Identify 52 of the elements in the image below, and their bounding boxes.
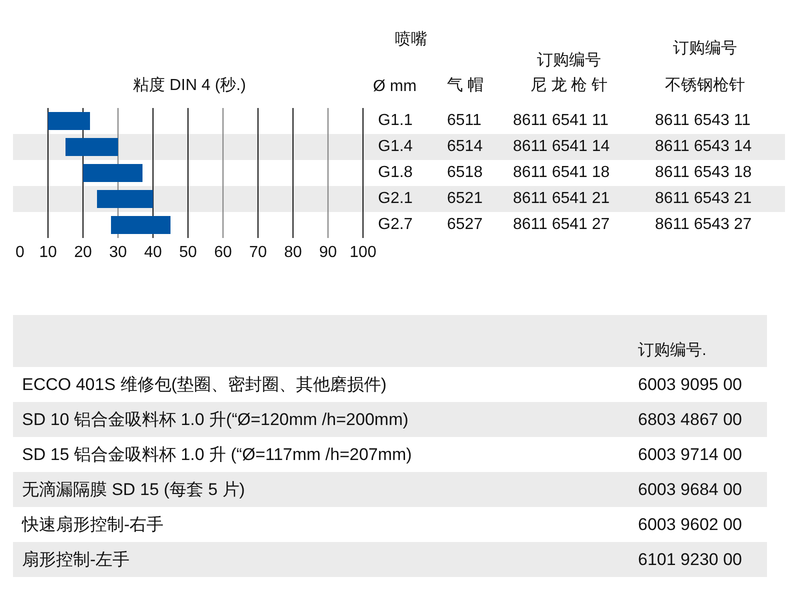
table-cell-text: 6803 4867 00: [638, 410, 743, 430]
table-cell-text: SD 15 铝合金吸料杯 1.0 升 (“Ø=117mm /h=207mm): [22, 444, 413, 466]
table-cell-text: 8611 6543 18: [655, 164, 753, 182]
table-cell-text: G1.1: [377, 112, 414, 130]
table-cell-text: G1.4: [377, 138, 414, 156]
table-cell-text: 8611 6541 18: [513, 164, 611, 182]
table-cell-text: 6003 9095 00: [638, 374, 743, 394]
tick-label: 100: [350, 244, 376, 261]
table-cell-text: 8611 6541 11: [513, 112, 610, 130]
table-cell-text: 6003 9714 00: [638, 444, 743, 464]
group-heading: 喷嘴: [394, 30, 427, 50]
column-header: 订购编号: [537, 50, 601, 71]
column-header: 订购编号: [673, 38, 737, 59]
tick-label: 40: [144, 244, 162, 261]
column-header: Ø mm: [373, 78, 417, 96]
table-cell-text: 8611 6541 14: [513, 138, 611, 156]
tick-label: 60: [214, 244, 232, 261]
table-cell-text: 6101 9230 00: [638, 550, 743, 570]
table-cell-text: 8611 6543 21: [655, 190, 753, 208]
table-cell-text: 6518: [447, 164, 484, 182]
table-cell-text: SD 10 铝合金吸料杯 1.0 升(“Ø=120mm /h=200mm): [22, 409, 410, 431]
table-cell-text: 快速扇形控制-右手: [22, 514, 165, 536]
table-cell-text: 6003 9684 00: [638, 480, 743, 500]
tick-label: 70: [249, 244, 267, 261]
table-cell-text: 6511: [447, 112, 482, 130]
tick-label: 30: [109, 244, 127, 261]
table-cell-text: 6527: [447, 216, 484, 234]
table-cell-text: G2.7: [377, 216, 414, 234]
table-cell-text: 8611 6541 21: [513, 190, 611, 208]
tick-label: 50: [179, 244, 197, 261]
column-header: 订购编号.: [638, 340, 708, 361]
column-header: 不锈钢枪针: [665, 76, 745, 96]
tick-label: 20: [74, 244, 92, 261]
table-cell-text: 扇形控制-左手: [22, 549, 131, 571]
table-cell-text: 8611 6543 14: [655, 138, 753, 156]
tick-label: 10: [39, 244, 57, 261]
table-cell-text: 8611 6543 27: [655, 216, 753, 234]
table-cell-text: G2.1: [377, 190, 414, 208]
table-cell-text: 8611 6543 11: [655, 112, 752, 130]
table-cell-text: 6514: [447, 138, 484, 156]
column-header: 尼 龙 枪 针: [530, 76, 608, 96]
tick-label: 90: [319, 244, 337, 261]
axis-title: 粘度 DIN 4 (秒.): [133, 76, 246, 96]
table-cell-text: G1.8: [377, 164, 414, 182]
table-cell-text: 6003 9602 00: [638, 514, 743, 534]
table-cell-text: 6521: [447, 190, 484, 208]
table-cell-text: 8611 6541 27: [513, 216, 611, 234]
tick-label: 0: [16, 244, 24, 261]
table-cell-text: 无滴漏隔膜 SD 15 (每套 5 片): [22, 479, 246, 501]
tick-label: 80: [284, 244, 302, 261]
table-cell-text: ECCO 401S 维修包(垫圈、密封圈、其他磨损件): [22, 374, 388, 396]
column-header: 气 帽: [447, 76, 484, 96]
